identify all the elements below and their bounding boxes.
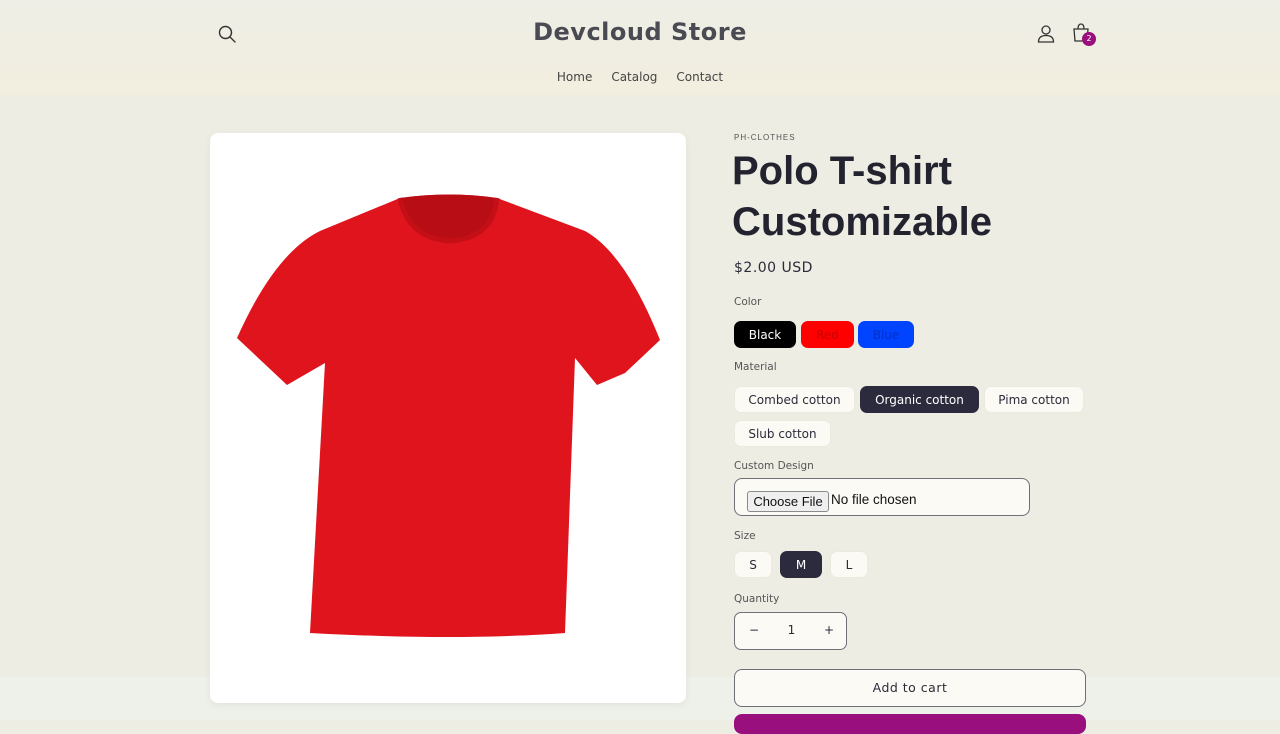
- main-nav: Home Catalog Contact: [0, 70, 1280, 84]
- quantity-label: Quantity: [734, 593, 780, 605]
- file-status-text: No file chosen: [831, 492, 917, 507]
- account-icon[interactable]: [1035, 23, 1057, 45]
- material-option-combed-cotton[interactable]: Combed cotton: [734, 386, 855, 413]
- quantity-increase-button[interactable]: +: [824, 623, 834, 637]
- cart-count-badge: 2: [1082, 32, 1096, 46]
- size-option-s[interactable]: S: [734, 551, 772, 578]
- nav-link-home[interactable]: Home: [557, 70, 592, 84]
- product-price: $2.00 USD: [734, 260, 813, 276]
- nav-link-catalog[interactable]: Catalog: [611, 70, 657, 84]
- color-option-blue[interactable]: Blue: [858, 321, 914, 348]
- custom-design-label: Custom Design: [734, 460, 814, 472]
- size-option-l[interactable]: L: [830, 551, 868, 578]
- cart-icon[interactable]: 2: [1070, 21, 1096, 47]
- size-option-m[interactable]: M: [780, 551, 822, 578]
- material-option-organic-cotton[interactable]: Organic cotton: [860, 386, 979, 413]
- nav-link-contact[interactable]: Contact: [676, 70, 723, 84]
- product-vendor: PH-CLOTHES: [734, 133, 796, 142]
- add-to-cart-button[interactable]: Add to cart: [734, 669, 1086, 707]
- material-label: Material: [734, 361, 777, 373]
- color-option-black[interactable]: Black: [734, 321, 796, 348]
- product-image: [237, 194, 660, 637]
- size-label: Size: [734, 530, 756, 542]
- buy-now-button[interactable]: [734, 714, 1086, 734]
- material-option-slub-cotton[interactable]: Slub cotton: [734, 420, 831, 447]
- product-image-frame[interactable]: [210, 133, 686, 703]
- choose-file-button[interactable]: Choose File: [747, 491, 829, 512]
- site-header: Devcloud Store 2 Home Catalog Contact: [0, 0, 1280, 96]
- color-label: Color: [734, 296, 762, 308]
- color-option-red[interactable]: Red: [801, 321, 854, 348]
- custom-design-file-input[interactable]: Choose File No file chosen: [734, 478, 1030, 516]
- material-option-pima-cotton[interactable]: Pima cotton: [984, 386, 1084, 413]
- tshirt-shape: [237, 194, 660, 637]
- quantity-stepper: − 1 +: [734, 612, 847, 650]
- product-title: Polo T-shirt Customizable: [732, 149, 993, 244]
